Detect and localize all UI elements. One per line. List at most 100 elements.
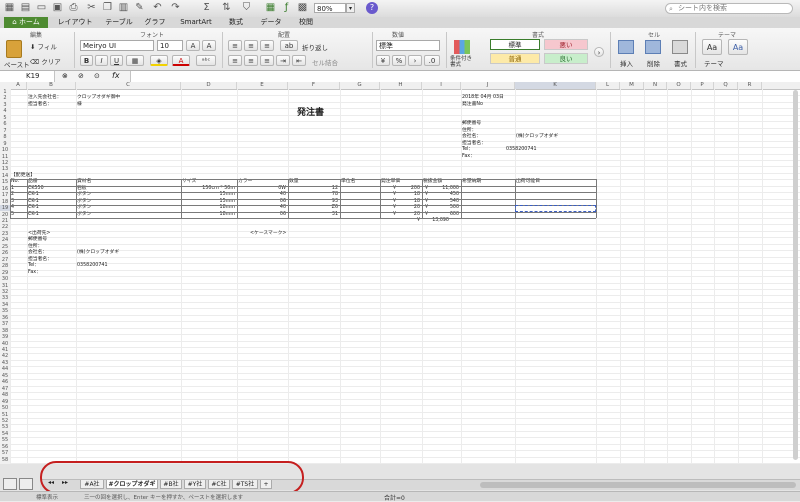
fx-icon[interactable]: ⊙ [94,72,100,80]
vertical-scrollbar[interactable] [793,90,798,460]
row-header-39[interactable]: 39 [0,334,10,340]
row-header-44[interactable]: 44 [0,366,10,372]
column-header-I[interactable]: I [422,82,461,89]
size-value[interactable]: 15mm [182,192,235,198]
new-workbook-icon[interactable]: ▦ [3,2,16,14]
tab-chart[interactable]: グラフ [140,17,170,28]
row-header-46[interactable]: 46 [0,379,10,385]
row-header-18[interactable]: 18 [0,199,10,205]
comma-button[interactable]: › [408,55,422,66]
style-neutral[interactable]: 普通 [490,53,540,64]
align-bottom-button[interactable]: ≡ [260,40,274,51]
row-header-5[interactable]: 5 [0,115,10,121]
fill-button[interactable]: ⬇ フィル [30,41,57,51]
templates-icon[interactable]: ▤ [19,2,32,14]
row-header-25[interactable]: 25 [0,244,10,250]
color-value[interactable]: 06 [238,199,286,205]
row-header-42[interactable]: 42 [0,353,10,359]
row-header-57[interactable]: 57 [0,450,10,456]
column-header-Q[interactable]: Q [714,82,738,89]
row-header-50[interactable]: 50 [0,405,10,411]
row-header-33[interactable]: 33 [0,295,10,301]
copy-icon[interactable]: ❐ [101,2,114,14]
italic-button[interactable]: I [95,55,108,66]
fill-color-button[interactable]: ◈ [150,55,168,66]
increase-font-button[interactable]: A [186,40,200,51]
size-value[interactable]: 15mm [182,199,235,205]
column-header-F[interactable]: F [288,82,340,89]
row-header-45[interactable]: 45 [0,373,10,379]
tab-home[interactable]: ⌂ ホーム [4,17,48,28]
color-value[interactable]: 40 [238,205,286,211]
item-code[interactable]: CK-1 [28,192,39,198]
formula-input[interactable] [130,71,800,82]
ship-tel-label[interactable]: Tel： [28,263,39,269]
zoom-field[interactable]: 80% [314,3,346,13]
ship-fax-label[interactable]: Fax： [28,270,41,276]
font-name-field[interactable]: Meiryo UI [80,40,154,51]
normal-view-button[interactable] [3,478,17,490]
undo-icon[interactable]: ↶ [151,2,164,14]
recipient-person[interactable]: 様 [77,102,82,108]
tab-smartart[interactable]: SmartArt [174,17,218,28]
horizontal-scrollbar[interactable] [480,482,796,488]
amount-value[interactable]: 600 [423,212,459,218]
row-header-51[interactable]: 51 [0,412,10,418]
search-input[interactable] [678,4,788,13]
style-good[interactable]: 良い [544,53,588,64]
ship-address-label[interactable]: 住所： [28,244,42,250]
selected-cell-k19[interactable] [515,205,596,212]
tel-label[interactable]: Tel： [462,147,473,153]
cut-icon[interactable]: ✂ [85,2,98,14]
function-icon[interactable]: ƒ [280,2,293,14]
row-header-12[interactable]: 12 [0,160,10,166]
border-button[interactable]: ▦ [126,55,144,66]
unit-price-value[interactable]: 18 [381,192,420,198]
row-no[interactable]: 3 [11,199,14,205]
gallery-icon[interactable]: ▦ [264,2,277,14]
amount-value[interactable]: 450 [423,192,459,198]
item-code[interactable]: CK-1 [28,205,39,211]
row-header-37[interactable]: 37 [0,321,10,327]
document-title[interactable]: 発注書 [297,109,324,118]
color-value[interactable]: 0W [238,186,286,192]
row-header-53[interactable]: 53 [0,424,10,430]
print-icon[interactable]: ⎙ [67,2,80,14]
quantity-value[interactable]: 31 [289,212,338,218]
align-top-button[interactable]: ≡ [228,40,242,51]
paste-icon[interactable]: ▥ [117,2,130,14]
row-header-55[interactable]: 55 [0,437,10,443]
row-header-52[interactable]: 52 [0,418,10,424]
ship-company[interactable]: (株)クロップオダギ [77,250,119,256]
column-header-D[interactable]: D [181,82,237,89]
row-header-27[interactable]: 27 [0,257,10,263]
row-header-14[interactable]: 14 [0,173,10,179]
column-header-O[interactable]: O [667,82,691,89]
row-header-7[interactable]: 7 [0,128,10,134]
row-header-23[interactable]: 23 [0,231,10,237]
bold-button[interactable]: B [80,55,93,66]
row-header-24[interactable]: 24 [0,237,10,243]
column-header-C[interactable]: C [76,82,181,89]
row-header-1[interactable]: 1 [0,89,10,95]
help-icon[interactable]: ? [366,2,378,14]
row-header-11[interactable]: 11 [0,154,10,160]
filter-icon[interactable]: ⛉ [240,2,253,14]
tab-formulas[interactable]: 数式 [222,17,250,28]
redo-icon[interactable]: ↷ [169,2,182,14]
row-header-21[interactable]: 21 [0,218,10,224]
amount-value[interactable]: 11,000 [423,186,459,192]
row-header-38[interactable]: 38 [0,328,10,334]
merge-cells-button[interactable]: セル結合 [312,57,338,67]
style-normal[interactable]: 標準 [490,39,540,50]
row-header-20[interactable]: 20 [0,212,10,218]
align-left-button[interactable]: ≡ [228,55,242,66]
unit-price-value[interactable]: 20 [381,205,420,211]
row-header-2[interactable]: 2 [0,95,10,101]
section-label[interactable]: 【配更送】 [11,173,35,179]
theme-fonts-button[interactable]: Aa [728,39,748,55]
ship-tel[interactable]: 0358200741 [77,263,108,269]
case-mark[interactable]: <ケースマーク> [250,231,286,237]
decrease-font-button[interactable]: A [202,40,216,51]
orientation-button[interactable]: ab [280,40,298,51]
